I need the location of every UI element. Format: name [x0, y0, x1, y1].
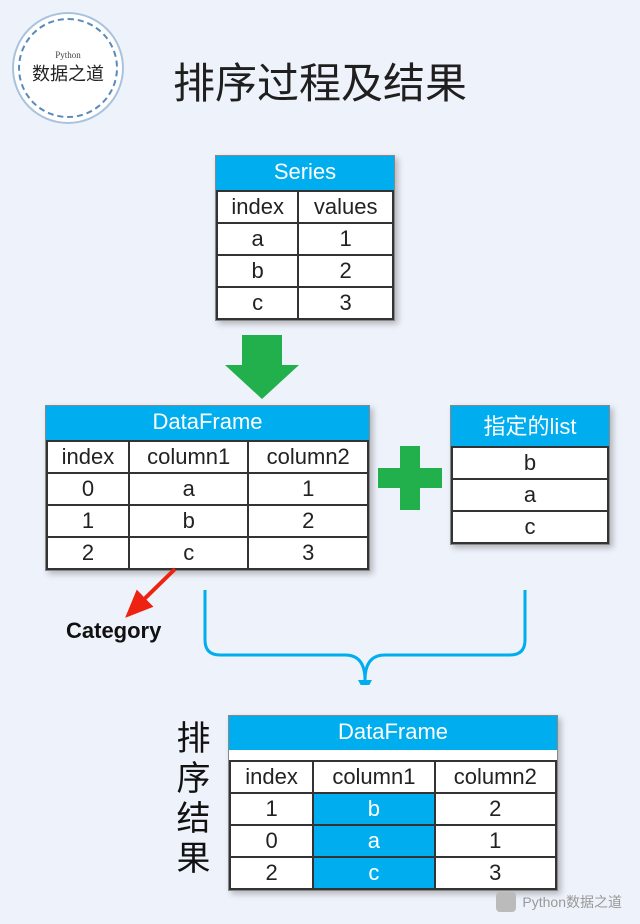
df-cell: 3: [248, 537, 368, 569]
df-cell: 0: [47, 473, 129, 505]
series-cell: 1: [298, 223, 393, 255]
df-col: index: [47, 441, 129, 473]
series-cell: a: [217, 223, 298, 255]
df-cell: 1: [248, 473, 368, 505]
dataframe-panel: DataFrame index column1 column2 0a1 1b2 …: [45, 405, 370, 571]
list-header: 指定的list: [451, 406, 609, 446]
df-cell: 1: [47, 505, 129, 537]
df-cell: a: [129, 473, 249, 505]
list-cell: a: [452, 479, 608, 511]
series-cell: b: [217, 255, 298, 287]
series-cell: 3: [298, 287, 393, 319]
res-col: column1: [313, 761, 434, 793]
bracket-icon: [200, 585, 530, 685]
df-col: column2: [248, 441, 368, 473]
result-header: DataFrame: [229, 716, 557, 750]
res-cell: 2: [230, 857, 313, 889]
list-cell: c: [452, 511, 608, 543]
series-cell: c: [217, 287, 298, 319]
df-col: column1: [129, 441, 249, 473]
res-cell: 0: [230, 825, 313, 857]
plus-icon: [378, 446, 442, 510]
result-panel: DataFrame index column1 column2 1b2 0a1 …: [228, 715, 558, 891]
series-cell: 2: [298, 255, 393, 287]
df-cell: c: [129, 537, 249, 569]
list-panel: 指定的list b a c: [450, 405, 610, 545]
res-cell-highlight: a: [313, 825, 434, 857]
res-cell-highlight: c: [313, 857, 434, 889]
watermark-text: Python数据之道: [522, 892, 622, 912]
res-col: index: [230, 761, 313, 793]
series-col-values: values: [298, 191, 393, 223]
res-cell-highlight: b: [313, 793, 434, 825]
arrow-category-icon: [120, 567, 180, 622]
res-cell: 2: [435, 793, 556, 825]
res-cell: 1: [230, 793, 313, 825]
page-title: 排序过程及结果: [0, 50, 640, 111]
result-label: 排序结果: [166, 720, 215, 880]
list-cell: b: [452, 447, 608, 479]
series-table: index values a1 b2 c3: [216, 190, 394, 320]
series-header: Series: [216, 156, 394, 190]
df-cell: b: [129, 505, 249, 537]
df-cell: 2: [248, 505, 368, 537]
res-cell: 1: [435, 825, 556, 857]
list-table: b a c: [451, 446, 609, 544]
series-col-index: index: [217, 191, 298, 223]
category-label: Category: [66, 618, 161, 644]
result-table: index column1 column2 1b2 0a1 2c3: [229, 760, 557, 890]
wechat-icon: [496, 892, 516, 912]
series-panel: Series index values a1 b2 c3: [215, 155, 395, 321]
res-cell: 3: [435, 857, 556, 889]
res-col: column2: [435, 761, 556, 793]
df-cell: 2: [47, 537, 129, 569]
dataframe-table: index column1 column2 0a1 1b2 2c3: [46, 440, 369, 570]
watermark: Python数据之道: [496, 892, 622, 912]
dataframe-header: DataFrame: [46, 406, 369, 440]
